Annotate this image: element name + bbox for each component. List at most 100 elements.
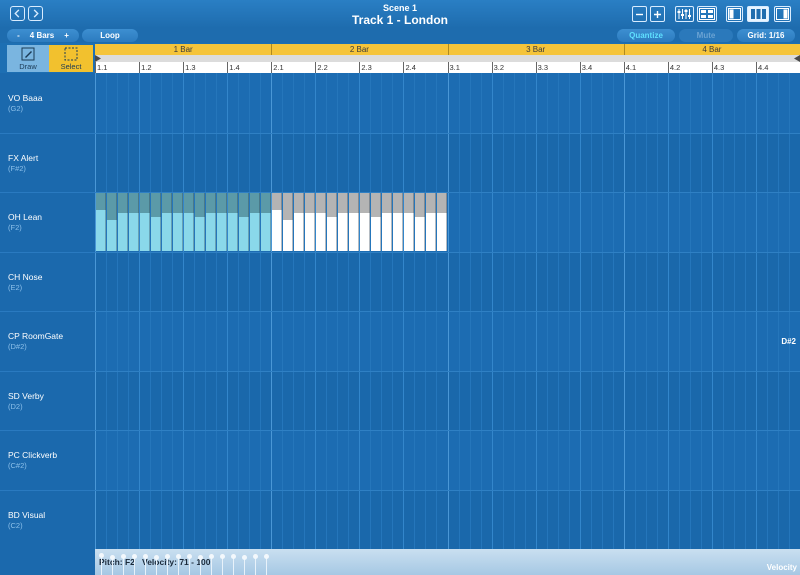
velocity-handle[interactable]: [263, 554, 269, 560]
bar-ruler[interactable]: 1 Bar 2 Bar 3 Bar 4 Bar: [95, 44, 800, 55]
bar-label: 1 Bar: [173, 45, 193, 54]
note-block[interactable]: [249, 193, 260, 251]
beat-tick: [623, 62, 625, 73]
lane-pitch: (E2): [8, 282, 23, 292]
note-block[interactable]: [370, 193, 381, 251]
lane-label[interactable]: CH Nose (E2): [8, 272, 42, 292]
zoom-in-button[interactable]: [650, 6, 665, 22]
velocity-panel[interactable]: Pitch: F2 Velocity: 71 - 100 Velocity: [95, 549, 800, 575]
velocity-handle[interactable]: [219, 554, 225, 560]
bars-stepper[interactable]: - 4 Bars +: [7, 29, 79, 42]
note-block[interactable]: [337, 193, 348, 251]
beat-tick: [403, 62, 405, 73]
velocity-handle[interactable]: [142, 554, 148, 560]
note-block[interactable]: [304, 193, 315, 251]
velocity-handle[interactable]: [164, 554, 170, 560]
zoom-out-button[interactable]: [632, 6, 647, 22]
note-block[interactable]: [205, 193, 216, 251]
loop-start-handle[interactable]: [95, 55, 101, 62]
note-block[interactable]: [315, 193, 326, 251]
beat-tick: [139, 62, 141, 73]
beat-tick: [711, 62, 713, 73]
note-block[interactable]: [436, 193, 447, 251]
lane-divider: [95, 370, 800, 372]
mute-button[interactable]: Mute: [679, 29, 733, 42]
note-block[interactable]: [260, 193, 271, 251]
note-block[interactable]: [359, 193, 370, 251]
lane-edge-pitch-label: D#2: [781, 337, 796, 346]
loop-end-handle[interactable]: [794, 55, 800, 62]
loop-range-strip[interactable]: [95, 55, 800, 62]
beat-label: 1.1: [97, 63, 108, 72]
note-block[interactable]: [95, 193, 106, 251]
draw-tool-button[interactable]: Draw: [7, 45, 49, 72]
beat-tick: [535, 62, 537, 73]
note-block[interactable]: [106, 193, 117, 251]
note-block[interactable]: [326, 193, 337, 251]
loop-button[interactable]: Loop: [82, 29, 138, 42]
beat-label: 1.4: [229, 63, 240, 72]
lane-label[interactable]: OH Lean (F2): [8, 212, 42, 232]
note-block[interactable]: [271, 193, 282, 251]
lane-label[interactable]: VO Baaa (G2): [8, 93, 43, 113]
grid-button[interactable]: Grid: 1/16: [737, 29, 795, 42]
velocity-handle[interactable]: [230, 554, 236, 560]
velocity-handle[interactable]: [186, 554, 192, 560]
velocity-stem: [144, 557, 146, 575]
velocity-stem: [100, 556, 102, 575]
note-block[interactable]: [403, 193, 414, 251]
lane-label[interactable]: SD Verby (D2): [8, 391, 44, 411]
note-block[interactable]: [414, 193, 425, 251]
velocity-handle[interactable]: [131, 554, 137, 560]
lane-label[interactable]: BD Visual (C2): [8, 510, 45, 530]
select-tool-button[interactable]: Select: [49, 45, 93, 72]
note-block[interactable]: [282, 193, 293, 251]
note-block[interactable]: [172, 193, 183, 251]
pattern-view-button[interactable]: [697, 6, 717, 22]
quantize-button[interactable]: Quantize: [617, 29, 675, 42]
note-block[interactable]: [128, 193, 139, 251]
beat-tick: [667, 62, 669, 73]
note-block[interactable]: [348, 193, 359, 251]
layout-split-button[interactable]: [747, 6, 769, 22]
mixer-button[interactable]: [675, 6, 694, 22]
beat-ruler[interactable]: 1.1 1.2 1.3 1.4 2.1 2.2 2.3 2.4 3.1 3.2 3.3 3.4 4.1 4…: [95, 62, 800, 73]
note-block[interactable]: [161, 193, 172, 251]
velocity-stem: [111, 558, 113, 575]
note-block[interactable]: [381, 193, 392, 251]
note-block[interactable]: [150, 193, 161, 251]
piano-roll-grid[interactable]: D#2: [95, 73, 800, 549]
velocity-handle[interactable]: [241, 554, 247, 560]
velocity-handle[interactable]: [197, 554, 203, 560]
velocity-handle[interactable]: [175, 554, 181, 560]
lane-label[interactable]: PC Clickverb (C#2): [8, 450, 57, 470]
pitch-readout: Pitch: F2: [99, 557, 135, 567]
note-block[interactable]: [216, 193, 227, 251]
note-block[interactable]: [392, 193, 403, 251]
note-block[interactable]: [238, 193, 249, 251]
layout-left-icon: [728, 8, 741, 20]
note-block[interactable]: [194, 193, 205, 251]
velocity-handle[interactable]: [252, 554, 258, 560]
velocity-handle[interactable]: [208, 554, 214, 560]
beat-label: 2.4: [405, 63, 416, 72]
layout-left-button[interactable]: [726, 6, 743, 22]
bars-increase-button[interactable]: +: [59, 31, 74, 40]
layout-right-button[interactable]: [774, 6, 791, 22]
note-block[interactable]: [139, 193, 150, 251]
lane-name: CP RoomGate: [8, 331, 64, 341]
velocity-handle[interactable]: [153, 554, 159, 560]
bar-divider: [447, 44, 449, 55]
lane-label[interactable]: FX Alert (F#2): [8, 153, 38, 173]
top-bar: Scene 1 Track 1 - London: [0, 0, 800, 28]
note-block[interactable]: [227, 193, 238, 251]
lane-label[interactable]: CP RoomGate (D#2): [8, 331, 63, 351]
note-block[interactable]: [293, 193, 304, 251]
bar-label: 4 Bar: [702, 45, 722, 54]
lane-name: BD Visual: [8, 509, 46, 520]
note-block[interactable]: [117, 193, 128, 251]
note-block[interactable]: [183, 193, 194, 251]
velocity-handle[interactable]: [120, 554, 126, 560]
bars-decrease-button[interactable]: -: [12, 31, 25, 40]
note-block[interactable]: [425, 193, 436, 251]
